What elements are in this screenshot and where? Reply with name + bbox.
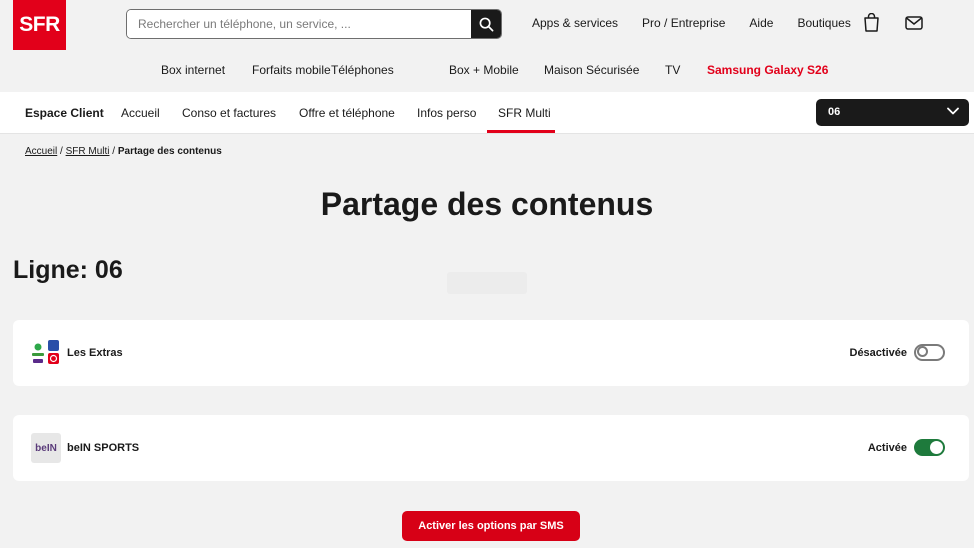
line-selector[interactable]: 06 bbox=[816, 99, 969, 126]
top-link-boutiques[interactable]: Boutiques bbox=[797, 16, 850, 32]
tab-conso-factures[interactable]: Conso et factures bbox=[182, 106, 276, 120]
content-toggle-bein-sports[interactable] bbox=[914, 439, 945, 456]
top-link-apps[interactable]: Apps & services bbox=[532, 16, 618, 32]
tab-infos-perso[interactable]: Infos perso bbox=[417, 106, 476, 120]
chevron-down-icon bbox=[947, 107, 959, 115]
breadcrumb-sfr-multi[interactable]: SFR Multi bbox=[66, 146, 110, 157]
activate-sms-button[interactable]: Activer les options par SMS bbox=[402, 511, 580, 541]
tab-accueil[interactable]: Accueil bbox=[121, 106, 160, 120]
breadcrumb: Accueil / SFR Multi / Partage des conten… bbox=[25, 146, 222, 157]
content-status: Désactivée bbox=[849, 347, 908, 359]
sfr-logo[interactable]: SFR bbox=[13, 0, 66, 50]
search-button[interactable] bbox=[471, 10, 501, 38]
top-header: SFR Apps & services Pro / Entreprise Aid… bbox=[0, 0, 974, 92]
shopping-bag-icon[interactable] bbox=[863, 13, 880, 32]
les-extras-logo-icon bbox=[32, 340, 59, 364]
loading-placeholder bbox=[447, 272, 527, 294]
breadcrumb-accueil[interactable]: Accueil bbox=[25, 146, 57, 157]
content-name: Les Extras bbox=[67, 347, 123, 359]
top-link-aide[interactable]: Aide bbox=[749, 16, 773, 32]
nav-telephones[interactable]: Téléphones bbox=[331, 63, 394, 77]
page-title: Partage des contenus bbox=[320, 186, 654, 222]
search-icon bbox=[479, 17, 493, 31]
content-card-bein-sports: beIN beIN SPORTS Activée bbox=[13, 415, 969, 481]
top-link-pro[interactable]: Pro / Entreprise bbox=[642, 16, 725, 32]
bein-sports-logo-icon: beIN bbox=[31, 433, 61, 463]
search-bar bbox=[126, 9, 502, 39]
nav-forfaits-mobile[interactable]: Forfaits mobile bbox=[252, 63, 331, 77]
top-links: Apps & services Pro / Entreprise Aide Bo… bbox=[532, 16, 875, 32]
tab-offre-telephone[interactable]: Offre et téléphone bbox=[299, 106, 395, 120]
tab-sfr-multi[interactable]: SFR Multi bbox=[498, 106, 551, 120]
nav-maison-securisee[interactable]: Maison Sécurisée bbox=[544, 63, 639, 77]
mail-icon[interactable] bbox=[905, 16, 923, 30]
espace-client-title[interactable]: Espace Client bbox=[25, 106, 104, 120]
active-tab-indicator bbox=[487, 130, 555, 133]
nav-samsung-galaxy[interactable]: Samsung Galaxy S26 bbox=[707, 63, 828, 77]
line-selector-value: 06 bbox=[828, 106, 841, 118]
main-nav: Box internet Forfaits mobile Téléphones … bbox=[0, 63, 974, 79]
content-status: Activée bbox=[867, 442, 907, 454]
content-name: beIN SPORTS bbox=[67, 442, 140, 454]
nav-box-mobile[interactable]: Box + Mobile bbox=[449, 63, 519, 77]
search-input[interactable] bbox=[127, 10, 472, 38]
ligne-heading: Ligne: 06 bbox=[13, 256, 123, 284]
content-card-les-extras: Les Extras Désactivée bbox=[13, 320, 969, 386]
content-toggle-les-extras[interactable] bbox=[914, 344, 945, 361]
toggle-knob bbox=[930, 441, 943, 454]
toggle-knob bbox=[917, 346, 928, 357]
nav-tv[interactable]: TV bbox=[665, 63, 680, 77]
nav-box-internet[interactable]: Box internet bbox=[161, 63, 225, 77]
breadcrumb-current: Partage des contenus bbox=[117, 146, 222, 157]
